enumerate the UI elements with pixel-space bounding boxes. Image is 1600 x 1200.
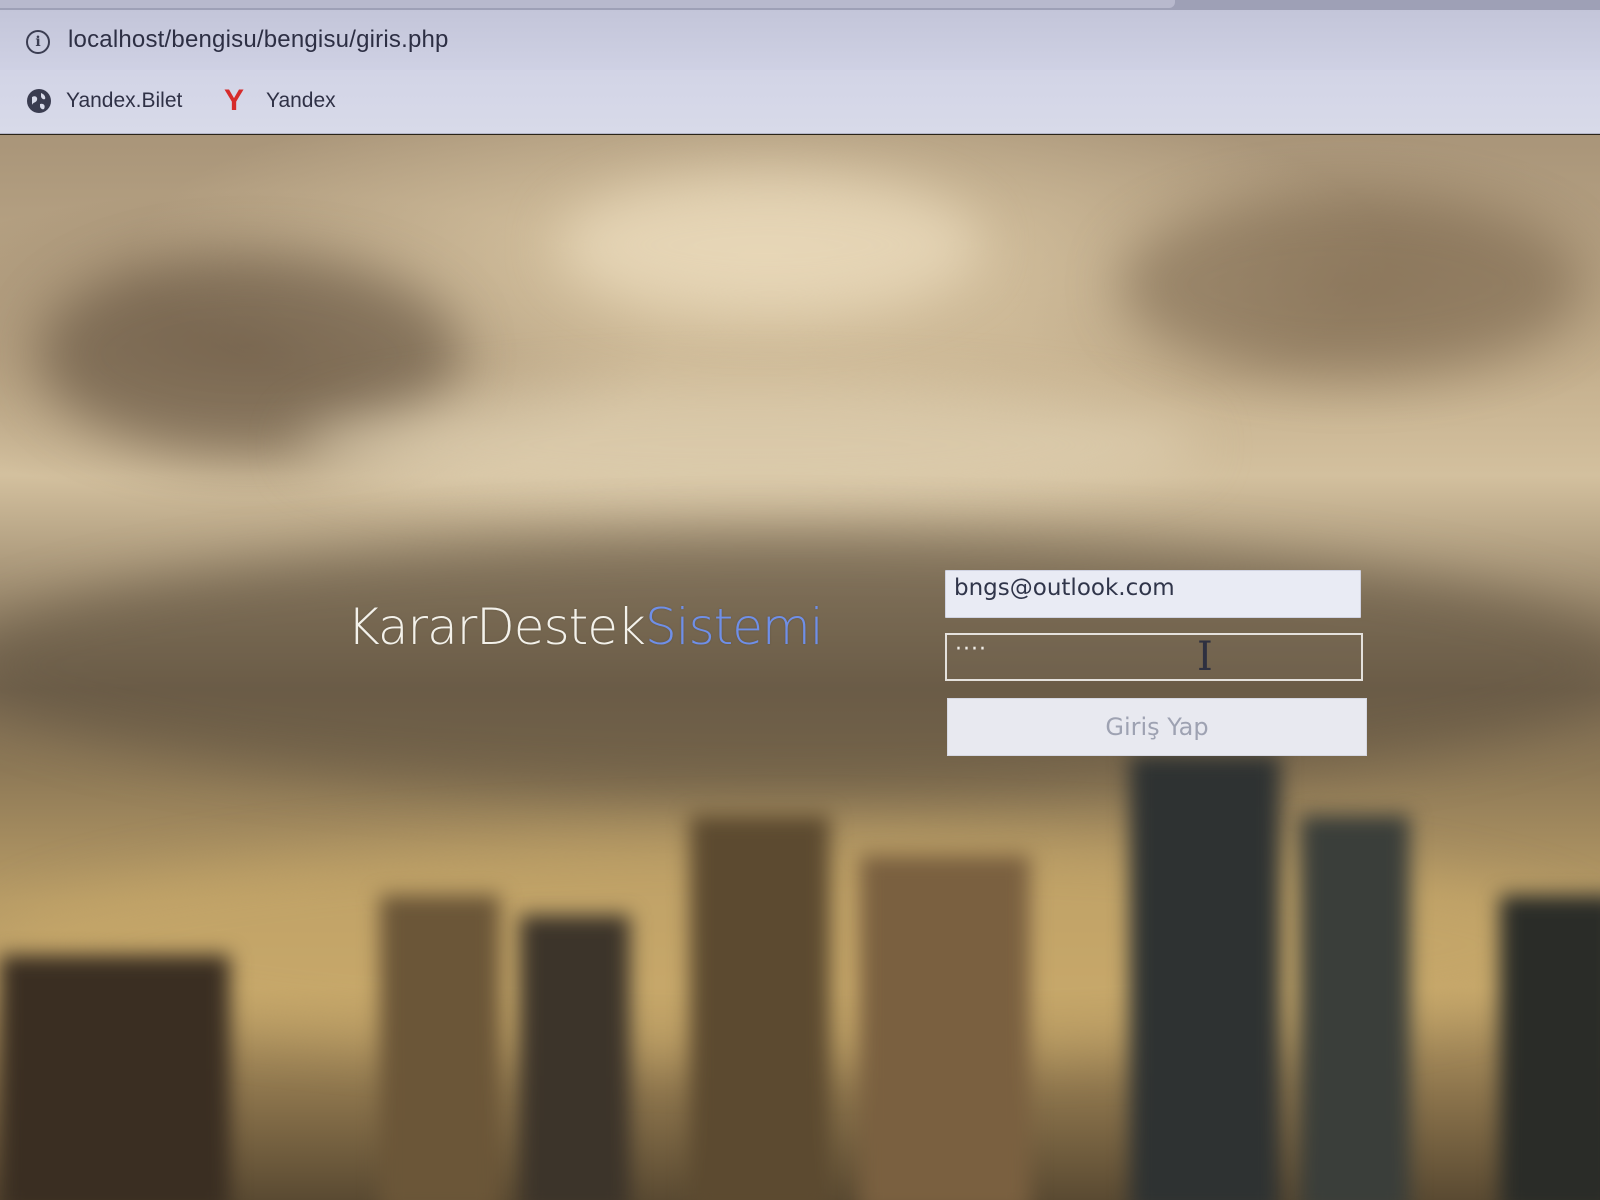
building-shape <box>1500 895 1600 1200</box>
building-shape <box>1130 755 1280 1200</box>
building-shape <box>860 855 1030 1200</box>
bookmarks-bar: Yandex.Bilet Y Yandex <box>0 70 1600 134</box>
building-shape <box>1300 815 1410 1200</box>
cloud-shape <box>560 175 980 315</box>
info-icon[interactable]: i <box>26 30 50 54</box>
bookmark-label: Yandex <box>266 89 336 112</box>
login-button[interactable]: Giriş Yap <box>947 698 1367 756</box>
yandex-icon: Y <box>224 84 245 117</box>
cloud-shape <box>1120 195 1580 375</box>
tab-strip <box>0 0 1600 10</box>
text-cursor-icon: I <box>1197 634 1213 680</box>
email-field[interactable]: bngs@outlook.com <box>945 570 1361 618</box>
bookmark-yandex[interactable]: Y Yandex <box>224 84 336 117</box>
building-shape <box>690 815 830 1200</box>
brand-primary-text: KararDestek <box>347 598 646 656</box>
cloud-shape <box>300 385 1200 505</box>
bookmark-yandex-bilet[interactable]: Yandex.Bilet <box>26 88 182 114</box>
brand-title: KararDestekSistemi <box>347 598 824 656</box>
address-bar[interactable]: i localhost/bengisu/bengisu/giris.php <box>0 10 1600 70</box>
globe-icon <box>27 89 51 113</box>
password-field[interactable]: ···· <box>945 633 1363 681</box>
active-tab[interactable] <box>0 0 1175 8</box>
brand-accent-text: Sistemi <box>644 598 824 656</box>
bookmark-label: Yandex.Bilet <box>66 89 183 112</box>
url-text[interactable]: localhost/bengisu/bengisu/giris.php <box>68 26 449 54</box>
building-shape <box>0 955 230 1200</box>
building-shape <box>520 915 630 1200</box>
building-shape <box>380 895 500 1200</box>
